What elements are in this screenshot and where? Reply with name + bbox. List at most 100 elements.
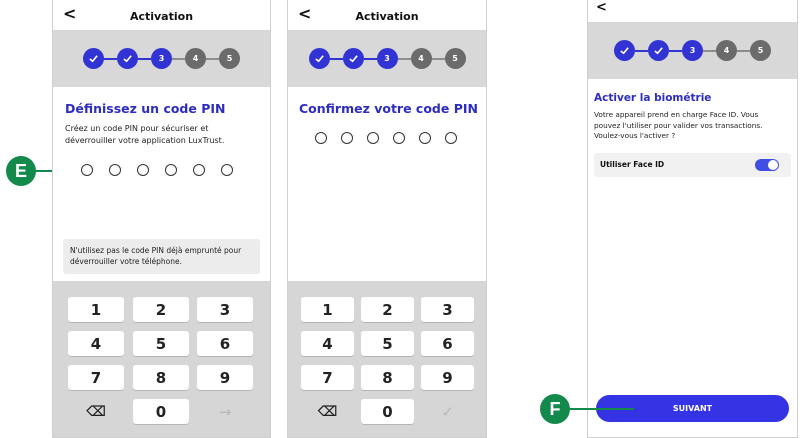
key-0[interactable]: 0 — [361, 399, 414, 424]
step-4: 4 — [185, 48, 206, 69]
step-connector — [138, 57, 151, 60]
top-bar: < Activation — [53, 0, 270, 30]
key-6[interactable]: 6 — [421, 331, 474, 356]
page-heading: Activer la biométrie — [594, 92, 712, 104]
key-4[interactable]: 4 — [68, 331, 124, 356]
top-bar: < Activation — [288, 0, 486, 30]
notice-line: déverrouiller votre téléphone. — [70, 257, 182, 266]
key-1[interactable]: 1 — [301, 297, 354, 322]
description-line: Créez un code PIN pour sécuriser et — [65, 124, 209, 133]
face-id-setting: Utiliser Face ID — [594, 153, 791, 177]
pin-dots — [81, 164, 233, 176]
pin-dot — [165, 164, 177, 176]
key-8[interactable]: 8 — [133, 365, 189, 390]
key-1[interactable]: 1 — [68, 297, 124, 322]
pin-dot — [341, 132, 353, 144]
screen-biometrics: < 3 4 5 Activer la biométrie Votre appar… — [587, 0, 798, 438]
step-1-done — [614, 40, 635, 61]
key-6[interactable]: 6 — [197, 331, 253, 356]
step-3-current: 3 — [376, 48, 398, 69]
step-connector — [172, 57, 185, 60]
toggle-knob — [768, 160, 778, 170]
callout-f-leader — [568, 408, 634, 410]
description-line: Votre appareil prend en charge Face ID. … — [594, 110, 759, 119]
step-connector — [737, 49, 750, 52]
step-connector — [329, 57, 343, 60]
step-5: 5 — [750, 40, 771, 61]
pin-dot — [315, 132, 327, 144]
step-1-done — [83, 48, 104, 69]
pin-dot — [193, 164, 205, 176]
check-icon[interactable]: ✓ — [421, 399, 474, 424]
step-2-done — [342, 48, 364, 69]
step-connector — [431, 57, 445, 60]
pin-dot — [419, 132, 431, 144]
key-2[interactable]: 2 — [361, 297, 414, 322]
description-line: pouvez l'utiliser pour valider vos trans… — [594, 120, 763, 130]
step-2-done — [117, 48, 138, 69]
key-3[interactable]: 3 — [197, 297, 253, 322]
page-description: Créez un code PIN pour sécuriser et déve… — [65, 123, 224, 147]
key-2[interactable]: 2 — [133, 297, 189, 322]
pin-dot — [81, 164, 93, 176]
backspace-icon[interactable]: ⌫ — [301, 399, 354, 424]
step-connector — [104, 57, 117, 60]
pin-warning-notice: N'utilisez pas le code PIN déjà emprunté… — [63, 239, 260, 274]
step-2-done — [648, 40, 669, 61]
notice-line: N'utilisez pas le code PIN déjà emprunté… — [70, 246, 242, 255]
callout-f: F — [540, 394, 570, 424]
callout-e: E — [6, 156, 36, 186]
key-5[interactable]: 5 — [361, 331, 414, 356]
pin-dot — [367, 132, 379, 144]
description-line: Voulez-vous l'activer ? — [594, 131, 676, 140]
step-connector — [206, 57, 219, 60]
key-8[interactable]: 8 — [361, 365, 414, 390]
check-icon — [89, 55, 98, 63]
step-indicator: 3 4 5 — [53, 30, 270, 87]
page-description: Votre appareil prend en charge Face ID. … — [594, 110, 762, 142]
back-button[interactable]: < — [596, 0, 607, 16]
screen-define-pin: < Activation 3 4 5 Définissez un code PI… — [52, 0, 271, 438]
key-7[interactable]: 7 — [301, 365, 354, 390]
step-4: 4 — [410, 48, 432, 69]
arrow-right-icon[interactable]: → — [197, 399, 253, 424]
face-id-label: Utiliser Face ID — [600, 160, 665, 169]
step-indicator: 3 4 5 — [588, 22, 797, 79]
key-7[interactable]: 7 — [68, 365, 124, 390]
key-4[interactable]: 4 — [301, 331, 354, 356]
check-icon — [620, 47, 629, 55]
screen-confirm-pin: < Activation 3 4 5 Confirmez votre code … — [287, 0, 487, 438]
check-icon — [314, 55, 324, 63]
pin-dot — [393, 132, 405, 144]
screen-title: Activation — [355, 10, 419, 23]
step-connector — [363, 57, 377, 60]
page-heading: Confirmez votre code PIN — [299, 101, 478, 116]
check-icon — [123, 55, 132, 63]
key-0[interactable]: 0 — [133, 399, 189, 424]
check-icon — [348, 55, 358, 63]
pin-dot — [221, 164, 233, 176]
key-9[interactable]: 9 — [421, 365, 474, 390]
page-heading: Définissez un code PIN — [65, 101, 226, 116]
key-9[interactable]: 9 — [197, 365, 253, 390]
screen-title: Activation — [129, 10, 194, 23]
step-connector — [703, 49, 716, 52]
pin-dot — [137, 164, 149, 176]
description-line: déverrouiller votre application LuxTrust… — [65, 136, 225, 145]
step-1-done — [308, 48, 330, 69]
step-5: 5 — [444, 48, 466, 69]
pin-dot — [109, 164, 121, 176]
key-5[interactable]: 5 — [133, 331, 189, 356]
step-connector — [669, 49, 682, 52]
step-connector — [635, 49, 648, 52]
step-3-current: 3 — [151, 48, 172, 69]
backspace-icon[interactable]: ⌫ — [68, 399, 124, 424]
key-3[interactable]: 3 — [421, 297, 474, 322]
step-5: 5 — [219, 48, 240, 69]
check-icon — [654, 47, 663, 55]
numeric-keypad: 1 2 3 4 5 6 7 8 9 ⌫ 0 → — [53, 281, 270, 437]
face-id-toggle[interactable] — [755, 159, 779, 171]
numeric-keypad: 1 2 3 4 5 6 7 8 9 ⌫ 0 ✓ — [288, 281, 486, 437]
step-indicator: 3 4 5 — [288, 30, 486, 87]
pin-dots — [315, 132, 457, 144]
